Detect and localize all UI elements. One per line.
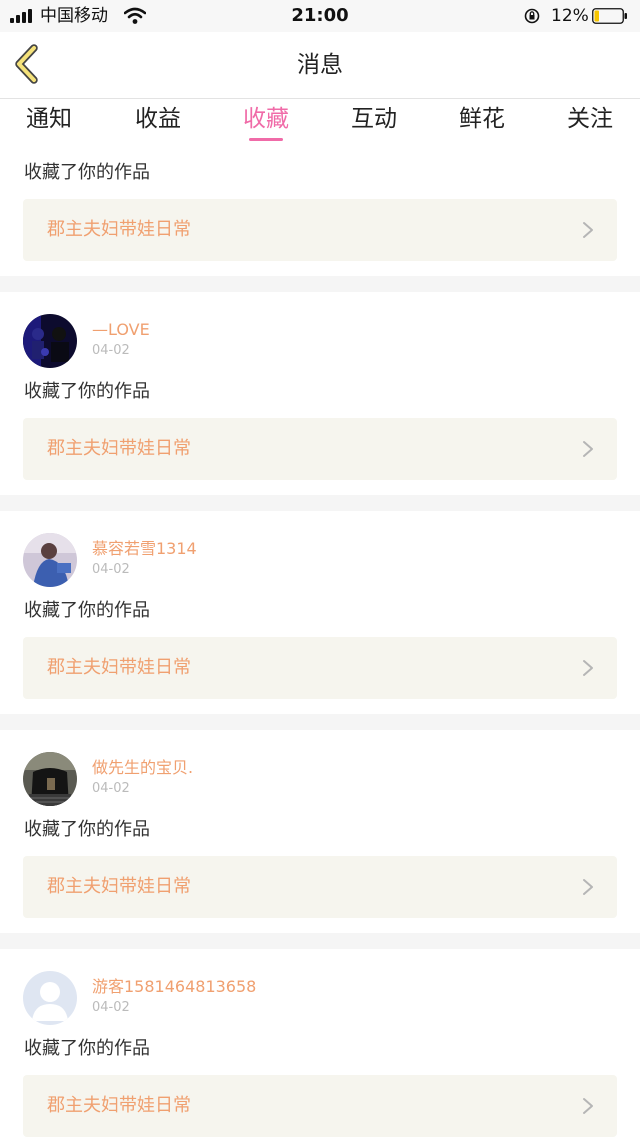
message-item: —LOVE 04-02 收藏了你的作品 郡主夫妇带娃日常 <box>0 292 640 495</box>
work-title: 郡主夫妇带娃日常 <box>47 219 191 240</box>
tab-earnings[interactable]: 收益 <box>104 103 212 135</box>
work-link[interactable]: 郡主夫妇带娃日常 <box>23 637 617 699</box>
message-item: 慕容若雪1314 04-02 收藏了你的作品 郡主夫妇带娃日常 <box>0 511 640 714</box>
chevron-right-icon <box>583 222 593 238</box>
item-separator <box>0 495 640 511</box>
username[interactable]: 做先生的宝贝. <box>92 758 193 778</box>
battery-percent: 12% <box>551 6 589 26</box>
message-item: 游客1581464813658 04-02 收藏了你的作品 郡主夫妇带娃日常 <box>0 949 640 1138</box>
chevron-right-icon <box>583 879 593 895</box>
tab-following[interactable]: 关注 <box>536 103 640 135</box>
timestamp: 04-02 <box>92 343 130 358</box>
chevron-right-icon <box>583 1098 593 1114</box>
action-text: 收藏了你的作品 <box>24 162 150 183</box>
avatar-image <box>23 314 77 368</box>
timestamp: 04-02 <box>92 562 130 577</box>
tab-flowers[interactable]: 鲜花 <box>428 103 536 135</box>
status-time: 21:00 <box>291 5 349 26</box>
action-text: 收藏了你的作品 <box>24 819 150 840</box>
nav-header: 消息 <box>0 32 640 99</box>
username[interactable]: —LOVE <box>92 320 150 340</box>
message-feed: 收藏了你的作品 郡主夫妇带娃日常 —LOVE 04-02 收藏了你的作品 郡主夫… <box>0 149 640 1138</box>
item-separator <box>0 714 640 730</box>
tab-interactions[interactable]: 互动 <box>320 103 428 135</box>
status-bar: 中国移动 21:00 12% <box>0 0 640 32</box>
work-link[interactable]: 郡主夫妇带娃日常 <box>23 418 617 480</box>
message-item: 做先生的宝贝. 04-02 收藏了你的作品 郡主夫妇带娃日常 <box>0 730 640 933</box>
work-link[interactable]: 郡主夫妇带娃日常 <box>23 1075 617 1137</box>
default-avatar-icon <box>23 971 77 1025</box>
timestamp: 04-02 <box>92 781 130 796</box>
action-text: 收藏了你的作品 <box>24 381 150 402</box>
work-link[interactable]: 郡主夫妇带娃日常 <box>23 856 617 918</box>
chevron-right-icon <box>583 660 593 676</box>
work-title: 郡主夫妇带娃日常 <box>47 1095 191 1116</box>
action-text: 收藏了你的作品 <box>24 600 150 621</box>
page-title: 消息 <box>297 52 343 78</box>
avatar[interactable] <box>23 971 77 1025</box>
item-separator <box>0 276 640 292</box>
avatar[interactable] <box>23 752 77 806</box>
rotation-lock-icon <box>524 8 540 24</box>
message-item: 收藏了你的作品 郡主夫妇带娃日常 <box>0 149 640 276</box>
avatar[interactable] <box>23 533 77 587</box>
username[interactable]: 慕容若雪1314 <box>92 539 197 559</box>
timestamp: 04-02 <box>92 1000 130 1015</box>
avatar-image <box>23 533 77 587</box>
action-text: 收藏了你的作品 <box>24 1038 150 1059</box>
chevron-right-icon <box>583 441 593 457</box>
item-separator <box>0 933 640 949</box>
battery-icon <box>592 8 627 24</box>
work-link[interactable]: 郡主夫妇带娃日常 <box>23 199 617 261</box>
active-tab-indicator <box>249 138 283 141</box>
work-title: 郡主夫妇带娃日常 <box>47 438 191 459</box>
tab-notifications[interactable]: 通知 <box>0 103 103 135</box>
username[interactable]: 游客1581464813658 <box>92 977 256 997</box>
work-title: 郡主夫妇带娃日常 <box>47 657 191 678</box>
tab-favorites[interactable]: 收藏 <box>212 103 320 135</box>
avatar-image <box>23 752 77 806</box>
tab-bar: 通知 收益 收藏 互动 鲜花 关注 <box>0 99 640 149</box>
avatar[interactable] <box>23 314 77 368</box>
work-title: 郡主夫妇带娃日常 <box>47 876 191 897</box>
